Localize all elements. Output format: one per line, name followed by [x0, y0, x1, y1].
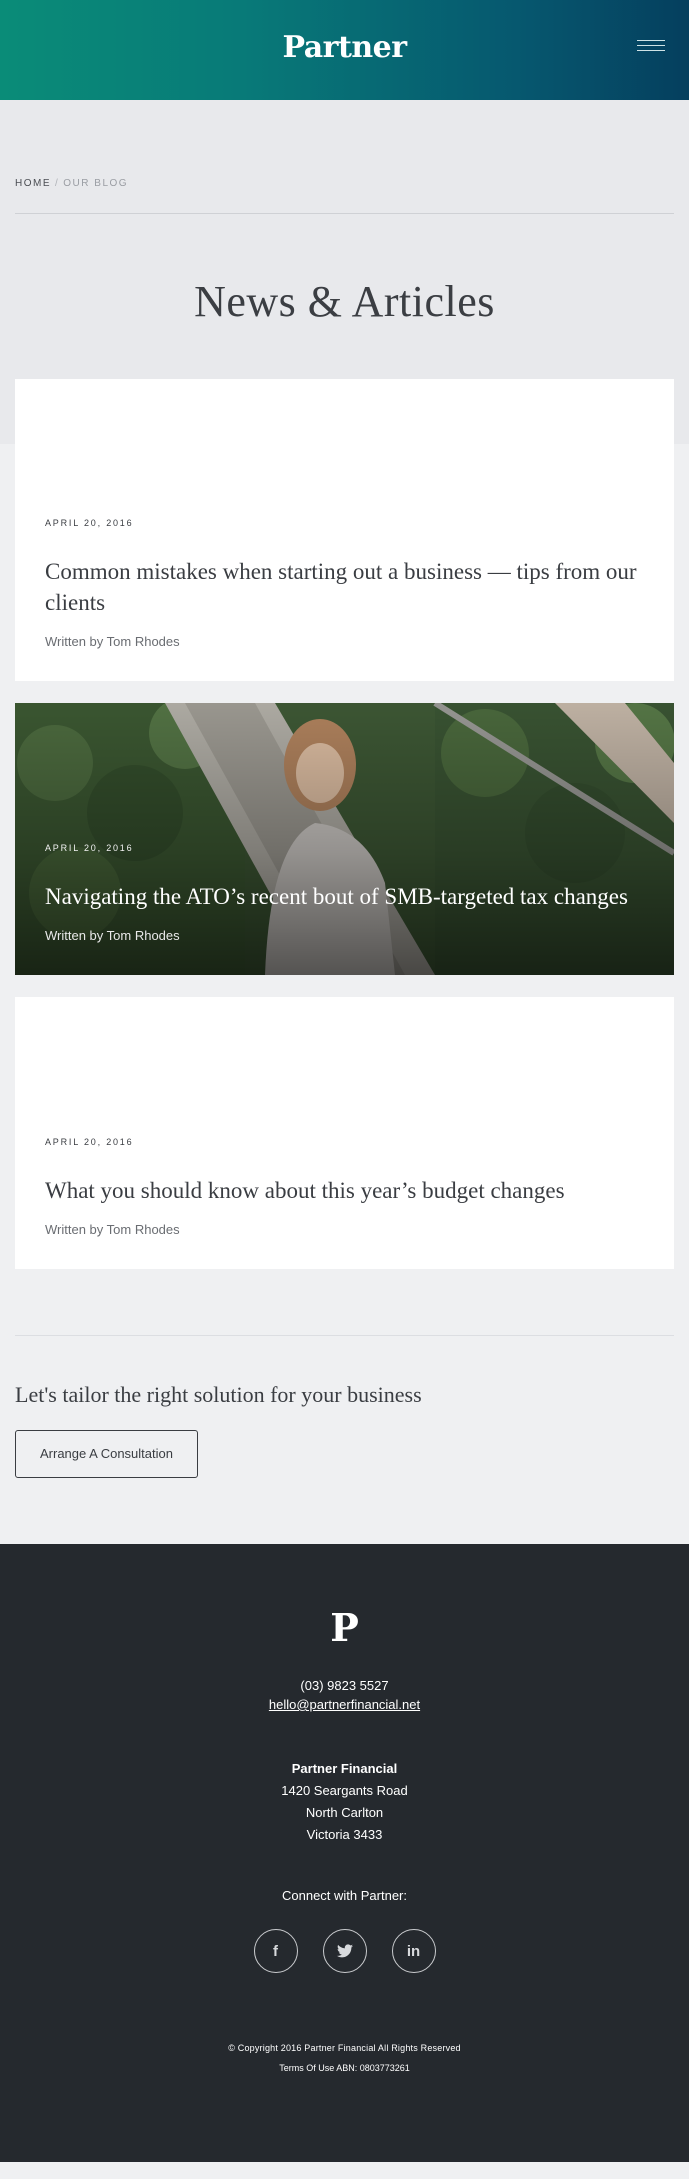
post-author: Written by Tom Rhodes [45, 928, 180, 943]
post-title[interactable]: Common mistakes when starting out a busi… [45, 556, 644, 618]
site-header: Partner [0, 0, 689, 100]
breadcrumb-separator: / [55, 178, 60, 189]
hero-divider [15, 213, 674, 214]
post-title[interactable]: What you should know about this year’s b… [45, 1175, 644, 1206]
post-title[interactable]: Navigating the ATO’s recent bout of SMB-… [45, 881, 644, 912]
footer-logo[interactable]: P [0, 1608, 689, 1648]
site-logo[interactable]: Partner [0, 30, 689, 65]
twitter-bird-glyph [336, 1944, 353, 1958]
breadcrumb-current: Our Blog [63, 178, 129, 189]
post-date: April 20, 2016 [45, 843, 134, 853]
footer-legal: Terms Of Use ABN: 0803773261 [0, 2063, 689, 2073]
breadcrumb: Home / Our Blog [15, 100, 674, 189]
social-links: f in [0, 1929, 689, 1973]
footer-address: Partner Financial 1420 Seargants Road No… [0, 1758, 689, 1846]
cta-heading: Let's tailor the right solution for your… [15, 1382, 422, 1407]
breadcrumb-home-link[interactable]: Home [15, 178, 51, 189]
page-title: News & Articles [194, 277, 495, 326]
post-card[interactable]: April 20, 2016 Common mistakes when star… [15, 379, 674, 681]
terms-of-use-link[interactable]: Terms Of Use [279, 2063, 334, 2073]
consultation-cta: Let's tailor the right solution for your… [0, 1335, 689, 1478]
abn-text: ABN: 0803773261 [336, 2063, 410, 2073]
footer-phone[interactable]: (03) 9823 5527 [0, 1678, 689, 1693]
post-card[interactable]: April 20, 2016 What you should know abou… [15, 997, 674, 1269]
hamburger-menu-icon[interactable] [637, 40, 665, 58]
connect-label: Connect with Partner: [281, 1888, 407, 1903]
post-author: Written by Tom Rhodes [45, 1222, 180, 1237]
copyright-text: © Copyright 2016 Partner Financial All R… [228, 2043, 461, 2053]
arrange-consultation-button[interactable]: Arrange A Consultation [15, 1430, 198, 1478]
post-list: April 20, 2016 Common mistakes when star… [0, 379, 689, 1269]
address-company: Partner Financial [291, 1761, 398, 1776]
address-street: 1420 Seargants Road [281, 1783, 408, 1798]
linkedin-icon[interactable]: in [391, 1929, 436, 1973]
address-state: Victoria 3433 [306, 1827, 383, 1842]
post-date: April 20, 2016 [45, 1137, 134, 1147]
post-author: Written by Tom Rhodes [45, 634, 180, 649]
post-date: April 20, 2016 [45, 518, 134, 528]
site-footer: P (03) 9823 5527 hello@partnerfinancial.… [0, 1544, 689, 2162]
twitter-icon[interactable] [322, 1929, 367, 1973]
post-card-with-image[interactable]: April 20, 2016 Navigating the ATO’s rece… [15, 703, 674, 975]
cta-divider [15, 1335, 674, 1336]
facebook-icon[interactable]: f [253, 1929, 298, 1973]
address-suburb: North Carlton [305, 1805, 384, 1820]
footer-email-link[interactable]: hello@partnerfinancial.net [0, 1697, 689, 1712]
